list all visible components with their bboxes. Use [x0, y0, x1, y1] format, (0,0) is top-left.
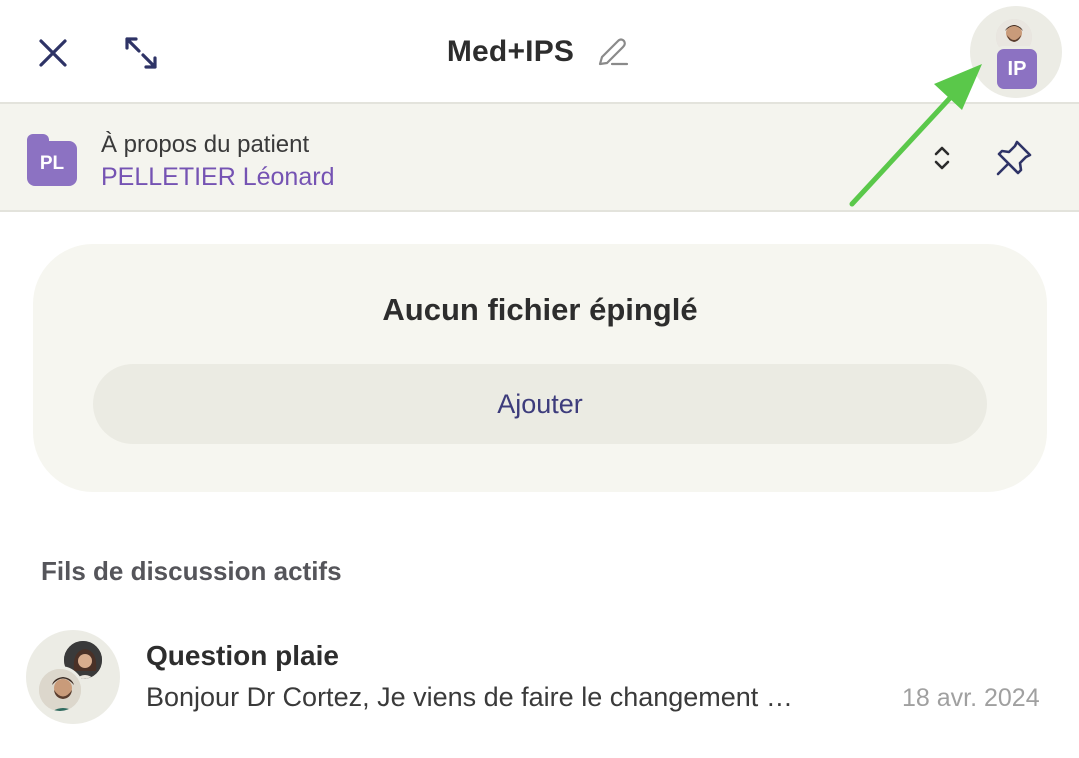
patient-info-bar[interactable]: PL À propos du patient PELLETIER Léonard — [0, 104, 1079, 212]
no-pinned-files-text: Aucun fichier épinglé — [382, 292, 698, 327]
pin-icon — [996, 140, 1032, 176]
pencil-icon — [599, 38, 629, 66]
patient-initials: PL — [27, 141, 77, 186]
patient-folder-icon: PL — [27, 134, 77, 186]
conversation-title: Med+IPS — [446, 35, 575, 68]
pinned-files-card: Aucun fichier épinglé Ajouter — [33, 244, 1047, 492]
participant-avatar — [36, 666, 84, 714]
thread-participants-avatar — [26, 630, 120, 724]
expand-icon — [125, 37, 157, 69]
participants-avatar-button[interactable]: IP — [970, 6, 1062, 98]
patient-section-label: À propos du patient — [101, 131, 310, 158]
pin-button[interactable] — [990, 134, 1038, 182]
conversation-header: Med+IPS IP — [0, 0, 1079, 104]
user-initials-avatar: IP — [994, 46, 1040, 92]
add-pinned-file-button[interactable]: Ajouter — [93, 364, 987, 444]
expand-button[interactable] — [116, 30, 166, 76]
edit-title-button[interactable] — [592, 32, 632, 72]
close-icon — [39, 39, 67, 67]
active-threads-heading: Fils de discussion actifs — [41, 556, 342, 586]
toggle-patient-panel-button[interactable] — [920, 136, 964, 180]
chevron-up-down-icon — [934, 146, 950, 170]
thread-preview-text: Bonjour Dr Cortez, Je viens de faire le … — [146, 682, 793, 712]
patient-name-link[interactable]: PELLETIER Léonard — [101, 163, 334, 192]
close-button[interactable] — [30, 30, 76, 76]
thread-title: Question plaie — [146, 640, 339, 671]
thread-date: 18 avr. 2024 — [902, 684, 1040, 712]
thread-list-item[interactable]: Question plaie Bonjour Dr Cortez, Je vie… — [0, 620, 1079, 730]
